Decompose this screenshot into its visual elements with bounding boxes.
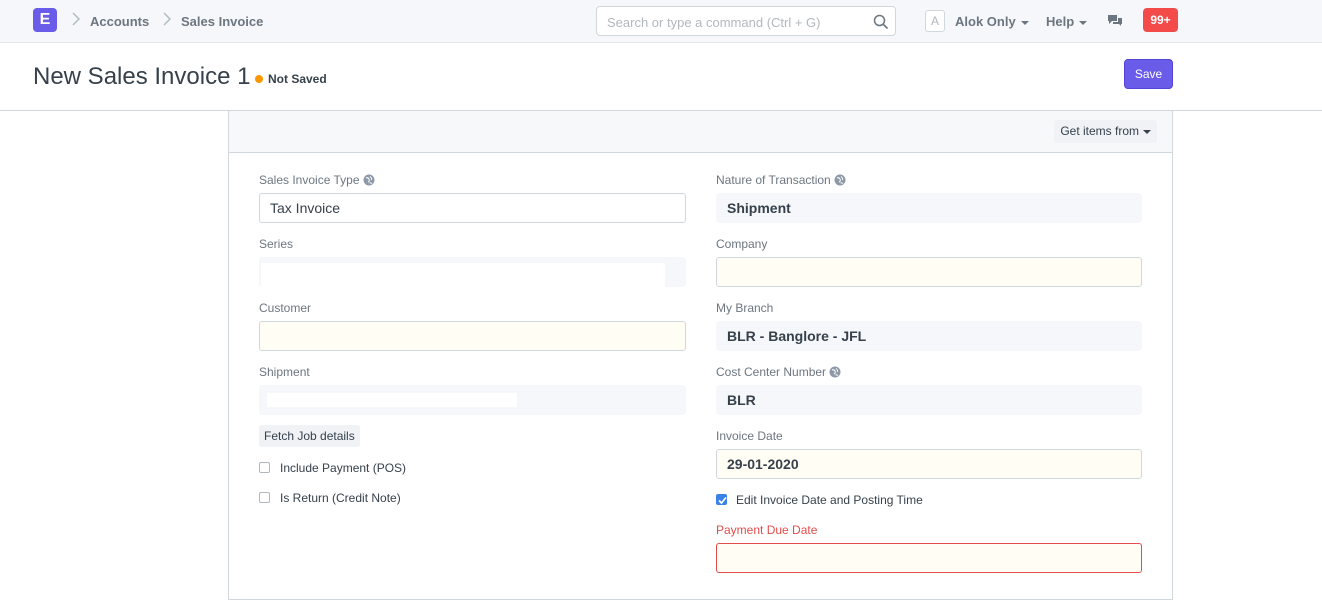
- edit-posting-time-label: Edit Invoice Date and Posting Time: [736, 493, 923, 507]
- payment-due-date-field[interactable]: [716, 543, 1142, 573]
- help-menu[interactable]: Help: [1046, 14, 1088, 29]
- caret-down-icon: [1020, 20, 1029, 25]
- my-branch-field: BLR - Banglore - JFL: [716, 321, 1142, 351]
- globe-icon: [829, 366, 841, 378]
- search-icon: [873, 14, 889, 30]
- notification-badge[interactable]: 99+: [1143, 8, 1178, 32]
- invoice-date-label: Invoice Date: [716, 429, 783, 443]
- cost-center-number-label: Cost Center Number: [716, 365, 841, 379]
- nature-of-transaction-label: Nature of Transaction: [716, 173, 846, 187]
- nature-of-transaction-label-text: Nature of Transaction: [716, 173, 831, 187]
- breadcrumb-sales-invoice[interactable]: Sales Invoice: [181, 14, 263, 29]
- sales-invoice-type-field[interactable]: Tax Invoice: [259, 193, 686, 223]
- series-label: Series: [259, 237, 294, 251]
- search-input[interactable]: Search or type a command (Ctrl + G): [596, 6, 896, 36]
- help-menu-label: Help: [1046, 14, 1075, 29]
- user-menu-label: Alok Only: [955, 14, 1016, 29]
- cost-center-number-label-text: Cost Center Number: [716, 365, 827, 379]
- series-field-overlay: [261, 263, 665, 287]
- shipment-label: Shipment: [259, 365, 310, 379]
- globe-icon: [834, 174, 846, 186]
- status-dot-icon: [255, 74, 263, 83]
- is-return-checkbox[interactable]: [259, 492, 270, 503]
- breadcrumb-accounts[interactable]: Accounts: [90, 14, 149, 29]
- chevron-right-icon: [163, 12, 171, 26]
- is-return-label: Is Return (Credit Note): [280, 491, 401, 505]
- search-placeholder: Search or type a command (Ctrl + G): [607, 15, 821, 30]
- check-icon: [718, 496, 727, 505]
- status-text: Not Saved: [268, 72, 327, 86]
- status-indicator: Not Saved: [255, 72, 327, 86]
- chat-icon[interactable]: [1107, 14, 1123, 28]
- app-logo[interactable]: E: [33, 8, 57, 32]
- company-field[interactable]: [716, 257, 1142, 287]
- invoice-date-field[interactable]: 29-01-2020: [716, 449, 1142, 479]
- form-toolbar: Get items from: [229, 111, 1172, 153]
- user-menu[interactable]: Alok Only: [955, 14, 1029, 29]
- customer-field[interactable]: [259, 321, 686, 351]
- include-payment-checkbox[interactable]: [259, 462, 270, 473]
- caret-down-icon: [1143, 129, 1151, 134]
- payment-due-date-label: Payment Due Date: [716, 523, 818, 537]
- sales-invoice-type-label-text: Sales Invoice Type: [259, 173, 360, 187]
- edit-posting-time-checkbox[interactable]: [716, 494, 727, 505]
- navbar: E Accounts Sales Invoice Search or type …: [0, 0, 1322, 43]
- customer-label: Customer: [259, 301, 312, 315]
- nature-of-transaction-field: Shipment: [716, 193, 1142, 223]
- page-head: New Sales Invoice 1 Not Saved Save: [0, 43, 1322, 111]
- include-payment-label: Include Payment (POS): [280, 461, 407, 475]
- cost-center-number-field: BLR: [716, 385, 1142, 415]
- fetch-job-details-button[interactable]: Fetch Job details: [259, 425, 360, 447]
- globe-icon: [363, 174, 375, 186]
- page-title: New Sales Invoice 1: [33, 63, 251, 90]
- save-button[interactable]: Save: [1124, 59, 1173, 89]
- my-branch-label: My Branch: [716, 301, 774, 315]
- sales-invoice-type-label: Sales Invoice Type: [259, 173, 375, 187]
- shipment-field-overlay: [267, 393, 517, 407]
- company-label: Company: [716, 237, 768, 251]
- chevron-right-icon: [72, 12, 80, 26]
- caret-down-icon: [1079, 20, 1088, 25]
- get-items-button[interactable]: Get items from: [1054, 120, 1157, 143]
- avatar[interactable]: A: [925, 10, 945, 32]
- get-items-label: Get items from: [1060, 124, 1139, 138]
